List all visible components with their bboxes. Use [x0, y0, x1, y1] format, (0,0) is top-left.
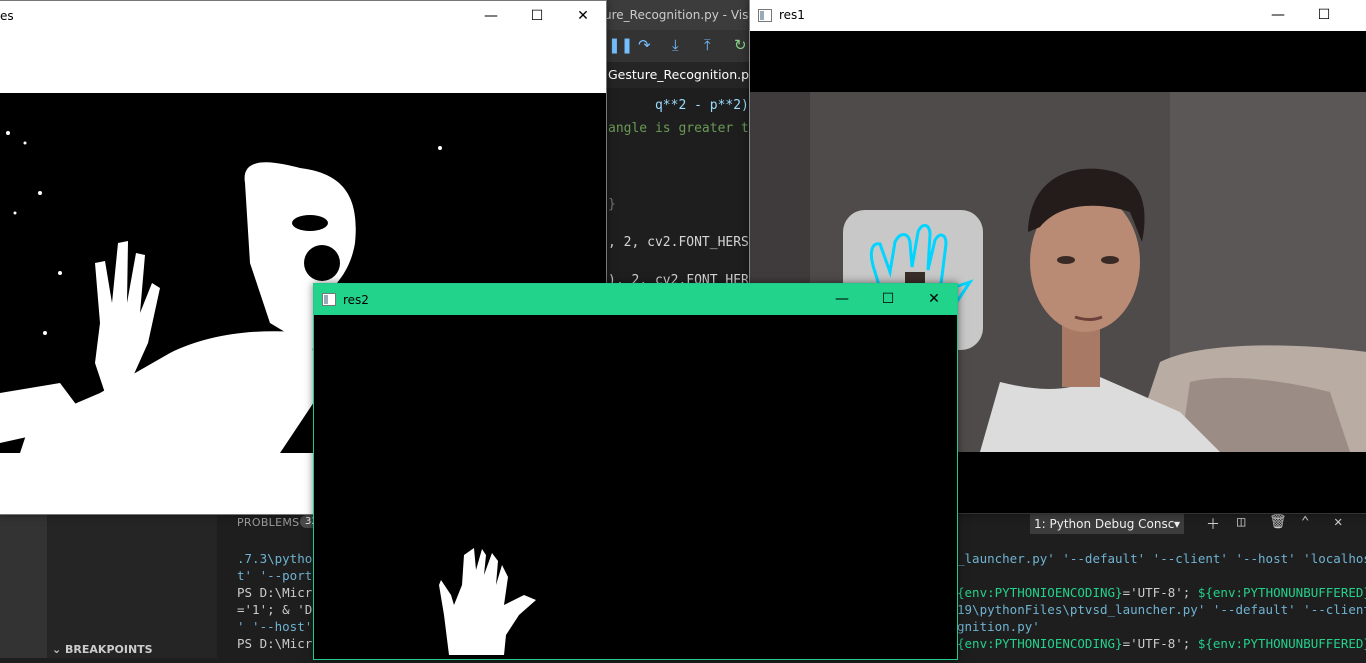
- breakpoints-section-label[interactable]: ⌄ BREAKPOINTS: [52, 643, 153, 656]
- code-line: angle is greater t: [608, 121, 749, 136]
- tab-gesture-recognition[interactable]: Gesture_Recognition.py: [608, 67, 756, 82]
- window-app-icon: [322, 293, 336, 306]
- res2-hand-mask-image: [314, 315, 957, 659]
- terminal-select-value: 1: Python Debug Consc: [1034, 517, 1175, 531]
- window-title: res2: [343, 293, 369, 307]
- maximize-icon[interactable]: ☐: [865, 284, 911, 314]
- terminal-line: t' '--port': [237, 568, 320, 583]
- terminal-text: ='UTF-8';: [1122, 636, 1198, 651]
- window-title: es: [0, 9, 14, 23]
- terminal-line: {env:PYTHONIOENCODING}='UTF-8'; ${env:PY…: [957, 585, 1366, 600]
- maximize-icon[interactable]: ☐: [514, 1, 560, 31]
- mask-window-titlebar[interactable]: es — ☐ ✕: [0, 1, 606, 31]
- minimize-icon[interactable]: —: [1255, 0, 1301, 30]
- pause-icon[interactable]: ❚❚: [608, 36, 633, 54]
- terminal-text: ='UTF-8';: [1122, 585, 1198, 600]
- hand-mask-shape: [439, 548, 536, 655]
- chevron-up-icon[interactable]: ⌃: [1301, 514, 1309, 530]
- window-title: res1: [779, 8, 805, 22]
- new-terminal-icon[interactable]: ＋: [1206, 514, 1220, 534]
- terminal-text: ${env:PYTHONUNBUFFERED}: [1197, 585, 1366, 600]
- code-editor[interactable]: q**2 - p**2) / (2* angle is greater t } …: [604, 88, 750, 288]
- restart-icon[interactable]: ↻: [734, 36, 747, 54]
- code-line: }: [608, 197, 616, 212]
- debug-toolbar: ❚❚ ↷ ⤓ ⤒ ↻: [604, 30, 750, 62]
- terminal-line: 19\pythonFiles\ptvsd_launcher.py' '--def…: [957, 602, 1366, 617]
- terminal-line: PS D:\Micro: [237, 636, 320, 651]
- res1-window-titlebar[interactable]: res1 — ☐ ✕: [750, 0, 1366, 30]
- close-icon[interactable]: ✕: [560, 1, 606, 31]
- breakpoints-label: BREAKPOINTS: [65, 643, 153, 656]
- minimize-icon[interactable]: —: [468, 1, 514, 31]
- terminal-line: PS D:\Micro: [237, 585, 320, 600]
- vscode-titlebar: ure_Recognition.py - Visual: [600, 0, 754, 30]
- terminal-text: {env:PYTHONIOENCODING}: [957, 636, 1123, 651]
- code-line: , 2, cv2.FONT_HERSH: [608, 235, 750, 250]
- window-app-icon: [758, 9, 772, 22]
- close-icon[interactable]: ✕: [911, 284, 957, 314]
- step-into-icon[interactable]: ⤓: [672, 36, 679, 54]
- close-icon[interactable]: ✕: [1334, 514, 1342, 530]
- split-terminal-icon[interactable]: ◫: [1237, 514, 1245, 530]
- trash-icon[interactable]: 🗑: [1269, 514, 1287, 530]
- terminal-line: {env:PYTHONIOENCODING}='UTF-8'; ${env:PY…: [957, 636, 1366, 651]
- step-out-icon[interactable]: ⤒: [704, 36, 711, 54]
- terminal-line: ='1'; & 'D:: [237, 602, 320, 617]
- terminal-text: ${env:PYTHONUNBUFFERED}: [1197, 636, 1366, 651]
- step-over-icon[interactable]: ↷: [638, 36, 651, 54]
- terminal-line: _launcher.py' '--default' '--client' '--…: [957, 551, 1366, 566]
- terminal-line: gnition.py': [957, 619, 1040, 634]
- terminal-text: {env:PYTHONIOENCODING}: [957, 585, 1123, 600]
- editor-tabs: Gesture_Recognition.py: [604, 62, 756, 88]
- maximize-icon[interactable]: ☐: [1301, 0, 1347, 30]
- terminal-line: .7.3\python: [237, 551, 320, 566]
- code-text: q**2 - p**2) / (2*: [654, 98, 749, 113]
- terminal-line: ' '--host': [237, 619, 313, 634]
- close-icon[interactable]: ✕: [1347, 0, 1366, 30]
- res2-window-titlebar[interactable]: res2 — ☐ ✕: [314, 284, 957, 315]
- minimize-icon[interactable]: —: [819, 284, 865, 314]
- activity-bar: [0, 513, 47, 658]
- tab-problems[interactable]: PROBLEMS: [237, 516, 299, 529]
- terminal-select-dropdown[interactable]: 1: Python Debug Consc ▾: [1030, 514, 1184, 534]
- chevron-down-icon: ▾: [1173, 517, 1180, 531]
- res2-window: res2 — ☐ ✕: [313, 283, 958, 660]
